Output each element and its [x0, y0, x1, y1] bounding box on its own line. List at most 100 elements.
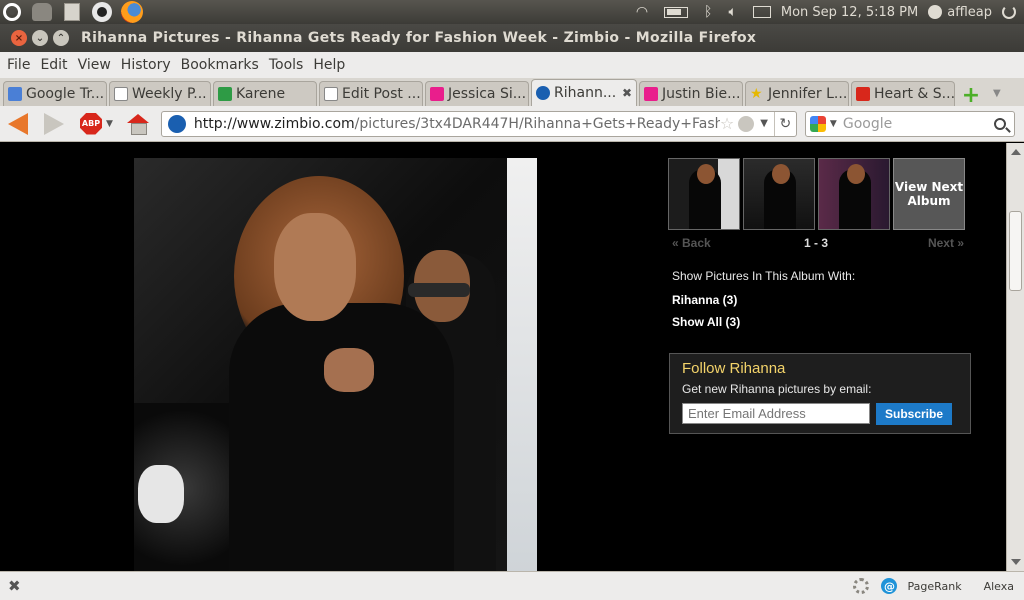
bluetooth-icon[interactable]: ᛒ [704, 4, 712, 20]
menu-file[interactable]: File [7, 57, 30, 73]
view-next-album-button[interactable]: View Next Album [893, 158, 965, 230]
new-tab-button[interactable]: + [959, 83, 983, 108]
thumbnail-3[interactable] [818, 158, 890, 230]
menu-view[interactable]: View [78, 57, 111, 73]
disc-launcher[interactable] [90, 1, 114, 23]
ubuntu-logo-icon [3, 3, 21, 21]
zimbio-icon [536, 86, 550, 100]
pager-next-link[interactable]: Next » [928, 236, 964, 250]
wifi-icon[interactable]: ◠ [636, 4, 648, 20]
subscribe-button[interactable]: Subscribe [876, 403, 952, 425]
tab-rihanna[interactable]: Rihann... ✖ [531, 79, 637, 106]
alexa-label[interactable]: Alexa [984, 580, 1014, 593]
text-editor-icon [64, 3, 80, 21]
photo-hand-shape [324, 348, 374, 392]
window-title: Rihanna Pictures - Rihanna Gets Ready fo… [81, 30, 757, 46]
scroll-down-arrow-icon[interactable] [1011, 559, 1021, 565]
scroll-up-arrow-icon[interactable] [1011, 149, 1021, 155]
tab-google-translate[interactable]: Google Tr... [3, 81, 107, 106]
home-button[interactable] [126, 113, 149, 135]
pager-range: 1 - 3 [804, 236, 829, 250]
site-identity-icon[interactable] [167, 114, 186, 133]
adblock-plus-button[interactable]: ABP [80, 112, 102, 135]
main-photo[interactable] [134, 158, 537, 571]
search-input[interactable]: Google [843, 116, 994, 132]
menu-tools[interactable]: Tools [269, 57, 304, 73]
thumbnail-strip: View Next Album [668, 158, 965, 230]
forward-button[interactable] [44, 112, 64, 135]
scrollbar-thumb[interactable] [1009, 211, 1022, 291]
applications-menu-button[interactable] [0, 1, 24, 23]
clock[interactable]: Mon Sep 12, 5:18 PM [781, 5, 918, 20]
search-bar[interactable]: ▼ Google [804, 110, 1015, 137]
firefox-launcher[interactable] [120, 1, 144, 23]
photo-wall-shape [507, 158, 537, 571]
bookmark-star-icon[interactable]: ☆ [720, 114, 734, 133]
user-name[interactable]: affleap [947, 5, 992, 20]
menu-edit[interactable]: Edit [40, 57, 67, 73]
tab-edit-post[interactable]: Edit Post ... [319, 81, 423, 106]
menu-history[interactable]: History [121, 57, 171, 73]
tab-close-icon[interactable]: ✖ [618, 86, 632, 100]
tab-label: Weekly P... [132, 86, 207, 102]
close-addon-bar-icon[interactable]: ✖ [8, 577, 21, 595]
battery-icon[interactable] [664, 6, 689, 18]
follow-title: Follow Rihanna [682, 360, 786, 377]
tab-label: Karene [236, 86, 286, 102]
filter-link-rihanna[interactable]: Rihanna (3) [672, 293, 737, 307]
google-translate-icon [8, 87, 22, 101]
tab-karene[interactable]: Karene [213, 81, 317, 106]
at-sign-icon[interactable]: @ [881, 578, 898, 594]
thumbnail-2[interactable] [743, 158, 815, 230]
page-icon [324, 87, 338, 101]
url-history-dropdown-icon[interactable]: ▼ [760, 118, 768, 129]
back-button[interactable] [8, 112, 28, 135]
menu-help[interactable]: Help [313, 57, 345, 73]
tab-jessica[interactable]: Jessica Si... [425, 81, 529, 106]
gimp-launcher[interactable] [30, 1, 54, 23]
search-icon[interactable] [993, 117, 1006, 130]
tab-label: Google Tr... [26, 86, 105, 102]
tab-heart[interactable]: Heart & S... [851, 81, 955, 106]
photo-bag-shape [138, 465, 184, 523]
tab-label: Edit Post ... [342, 86, 421, 102]
window-titlebar: × ⌄ ⌃ Rihanna Pictures - Rihanna Gets Re… [0, 24, 1024, 52]
google-engine-icon[interactable] [809, 115, 826, 132]
menu-bookmarks[interactable]: Bookmarks [181, 57, 259, 73]
tab-justin[interactable]: Justin Bie... [639, 81, 743, 106]
search-engine-dropdown-icon[interactable]: ▼ [830, 119, 837, 129]
gear-icon[interactable] [853, 578, 870, 594]
tab-label: Jessica Si... [448, 86, 527, 102]
filter-link-show-all[interactable]: Show All (3) [672, 315, 740, 329]
gg-icon [430, 87, 444, 101]
feed-icon[interactable] [738, 115, 755, 132]
window-close-button[interactable]: × [11, 30, 27, 46]
photo-face-shape [274, 213, 356, 321]
thumb-head [847, 164, 865, 184]
tab-label: Justin Bie... [662, 86, 741, 102]
adblock-dropdown-icon[interactable]: ▼ [106, 119, 113, 129]
email-field[interactable] [682, 403, 870, 424]
user-icon[interactable] [928, 5, 943, 19]
volume-icon[interactable]: 🔈︎ [728, 4, 736, 20]
thumbnail-1[interactable] [668, 158, 740, 230]
firefox-icon [121, 1, 143, 23]
tab-label: Jennifer L... [768, 86, 848, 102]
url-text[interactable]: http://www.zimbio.com/pictures/3tx4DAR44… [194, 116, 720, 132]
page-content: View Next Album « Back 1 - 3 Next » Show… [0, 143, 1006, 571]
window-minimize-button[interactable]: ⌄ [32, 30, 48, 46]
url-bar[interactable]: http://www.zimbio.com/pictures/3tx4DAR44… [160, 110, 797, 137]
list-all-tabs-icon[interactable]: ▼ [993, 88, 1001, 99]
photo-glasses-shape [408, 283, 470, 297]
power-icon[interactable] [1002, 5, 1016, 19]
ubuntu-top-panel: ◠ ᛒ 🔈︎ Mon Sep 12, 5:18 PM affleap [0, 0, 1024, 24]
pager-back-link[interactable]: « Back [672, 236, 711, 250]
tab-weekly[interactable]: Weekly P... [109, 81, 211, 106]
text-editor-launcher[interactable] [60, 1, 84, 23]
vertical-scrollbar[interactable] [1006, 143, 1024, 571]
pagerank-label[interactable]: PageRank [907, 580, 961, 593]
window-maximize-button[interactable]: ⌃ [53, 30, 69, 46]
tab-jennifer[interactable]: ★ Jennifer L... [745, 81, 849, 106]
reload-button[interactable]: ↻ [773, 111, 796, 136]
mail-icon[interactable] [752, 6, 771, 18]
